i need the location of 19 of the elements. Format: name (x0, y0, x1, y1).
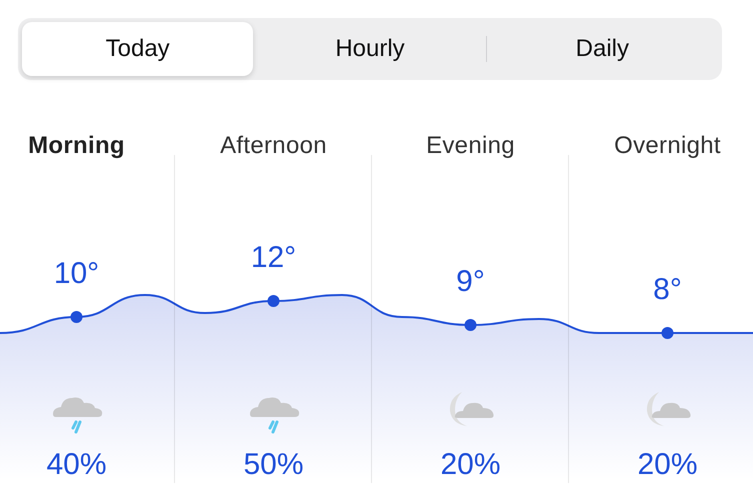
temperature-value: 8° (653, 273, 682, 306)
precipitation-chance: 50% (243, 448, 304, 481)
temperature-point (268, 295, 280, 307)
precipitation-chance: 20% (440, 448, 501, 481)
temperature-value: 9° (456, 265, 485, 298)
precipitation-chance: 40% (46, 448, 107, 481)
temperature-point (662, 327, 674, 339)
temperature-point (464, 319, 476, 331)
temperature-point (70, 311, 82, 323)
temperature-value: 12° (250, 241, 296, 274)
precipitation-chance: 20% (637, 448, 698, 481)
tab[interactable]: Hourly (254, 22, 486, 76)
period-label[interactable]: Afternoon (220, 132, 327, 159)
period-label[interactable]: Overnight (614, 132, 721, 159)
temperature-value: 10° (54, 257, 100, 290)
period-label[interactable]: Morning (28, 132, 125, 159)
tab[interactable]: Daily (486, 22, 718, 76)
period-label[interactable]: Evening (426, 132, 515, 159)
tab[interactable]: Today (22, 22, 254, 76)
